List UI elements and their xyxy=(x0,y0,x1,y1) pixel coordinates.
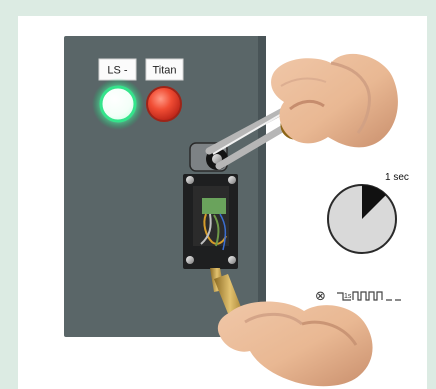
mounting-screw-top-left xyxy=(186,176,194,184)
terminal-block xyxy=(202,198,226,214)
mounting-screw-bottom-left xyxy=(186,256,194,264)
left-label: LS - xyxy=(98,58,137,81)
timing-diagram: ⊗ 1s xyxy=(315,289,401,304)
white-indicator-lamp xyxy=(99,85,137,123)
pulse-waveform xyxy=(352,291,383,301)
right-label: Titan xyxy=(145,58,184,81)
panel-edge-shadow xyxy=(258,36,266,337)
scene-svg: LS - Titan 1 sec ⊗ 1s xyxy=(64,36,409,387)
mounting-screw-bottom-right xyxy=(228,256,236,264)
pulse-duration-label: 1s xyxy=(344,293,352,300)
timer-graphic: 1 sec xyxy=(327,172,409,254)
timer-duration-label: 1 sec xyxy=(385,172,409,183)
image-frame: LS - Titan 1 sec ⊗ 1s xyxy=(0,0,436,389)
right-label-text: Titan xyxy=(152,65,176,77)
upper-hand xyxy=(271,53,398,148)
mounting-screw-top-right xyxy=(228,176,236,184)
red-indicator-lamp xyxy=(146,86,182,122)
left-label-text: LS - xyxy=(107,65,128,77)
timer-symbol-icon: ⊗ xyxy=(315,289,326,304)
